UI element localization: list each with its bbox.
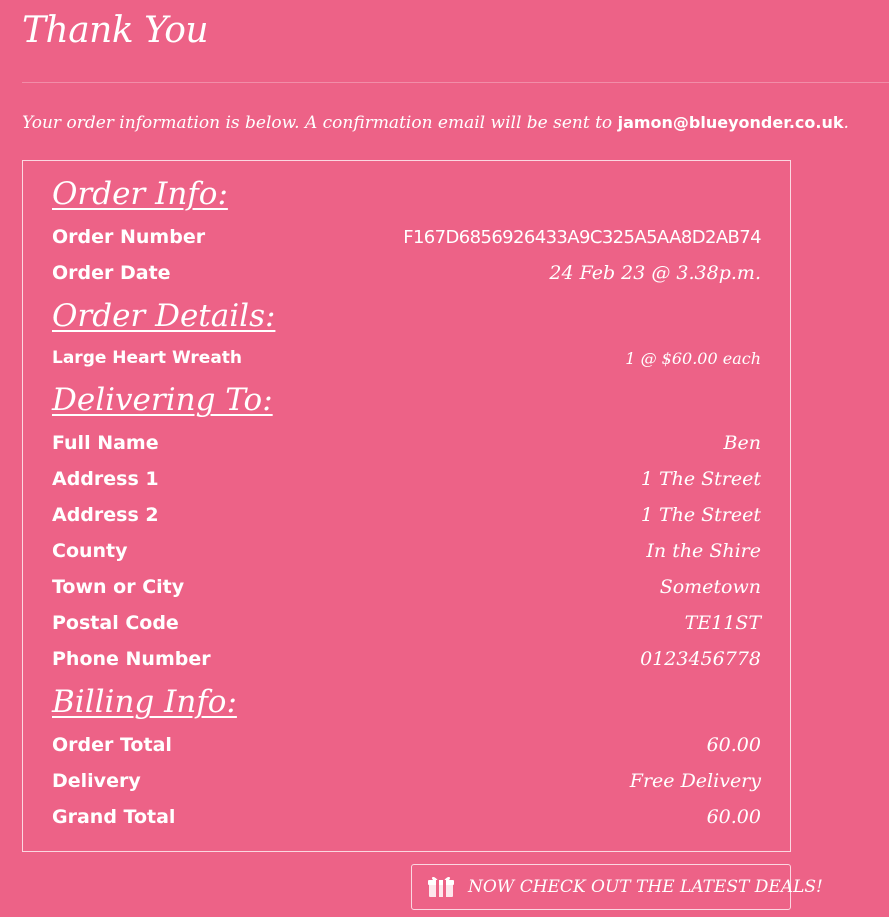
town-or-city-label: Town or City [52,576,185,598]
billing-field-row: Delivery Free Delivery [52,763,761,799]
order-info-heading: Order Info: [52,176,228,212]
order-date-value: 24 Feb 23 @ 3.38p.m. [549,262,761,284]
postal-code-value: TE11ST [684,612,761,634]
delivery-field-row: Address 1 1 The Street [52,461,761,497]
delivery-field-row: Full Name Ben [52,425,761,461]
delivering-to-heading: Delivering To: [52,382,273,418]
confirmation-email: jamon@blueyonder.co.uk [617,113,844,132]
delivery-label: Delivery [52,770,141,792]
grand-total-value: 60.00 [706,806,761,828]
order-item-quantity-price: 1 @ $60.00 each [625,348,761,368]
gift-icon [428,876,454,898]
address-1-label: Address 1 [52,468,159,490]
delivery-value: Free Delivery [629,770,761,792]
county-label: County [52,540,128,562]
divider [22,82,889,83]
order-details-heading: Order Details: [52,298,276,334]
order-total-value: 60.00 [706,734,761,756]
delivery-field-row: Postal Code TE11ST [52,605,761,641]
latest-deals-button[interactable]: NOW CHECK OUT THE LATEST DEALS! [411,864,823,910]
full-name-label: Full Name [52,432,159,454]
confirmation-text: Your order information is below. A confi… [22,113,618,133]
delivery-field-row: Address 2 1 The Street [52,497,761,533]
county-value: In the Shire [646,540,761,562]
checkout-success-page: Thank You Your order information is belo… [22,0,889,917]
address-1-value: 1 The Street [640,468,761,490]
confirmation-message: Your order information is below. A confi… [22,108,849,138]
phone-number-value: 0123456778 [640,648,761,670]
order-number-value: F167D6856926433A9C325A5AA8D2AB74 [403,226,761,248]
delivery-field-row: County In the Shire [52,533,761,569]
order-total-label: Order Total [52,734,172,756]
order-date-row: Order Date 24 Feb 23 @ 3.38p.m. [52,255,761,291]
page-title: Thank You [22,10,209,51]
billing-field-row: Order Total 60.00 [52,727,761,763]
address-2-value: 1 The Street [640,504,761,526]
billing-field-row: Grand Total 60.00 [52,799,761,835]
order-item-row: Large Heart Wreath 1 @ $60.00 each [52,341,761,375]
latest-deals-label: NOW CHECK OUT THE LATEST DEALS! [468,877,823,897]
postal-code-label: Postal Code [52,612,179,634]
phone-number-label: Phone Number [52,648,211,670]
delivery-field-row: Phone Number 0123456778 [52,641,761,677]
order-summary: Order Info: Order Number F167D6856926433… [22,160,791,852]
full-name-value: Ben [723,432,761,454]
delivery-field-row: Town or City Sometown [52,569,761,605]
address-2-label: Address 2 [52,504,159,526]
order-date-label: Order Date [52,262,171,284]
confirmation-suffix: . [843,113,849,133]
order-item-name: Large Heart Wreath [52,348,243,368]
order-number-row: Order Number F167D6856926433A9C325A5AA8D… [52,219,762,255]
grand-total-label: Grand Total [52,806,176,828]
billing-info-heading: Billing Info: [52,684,237,720]
town-or-city-value: Sometown [659,576,761,598]
order-number-label: Order Number [52,226,206,248]
